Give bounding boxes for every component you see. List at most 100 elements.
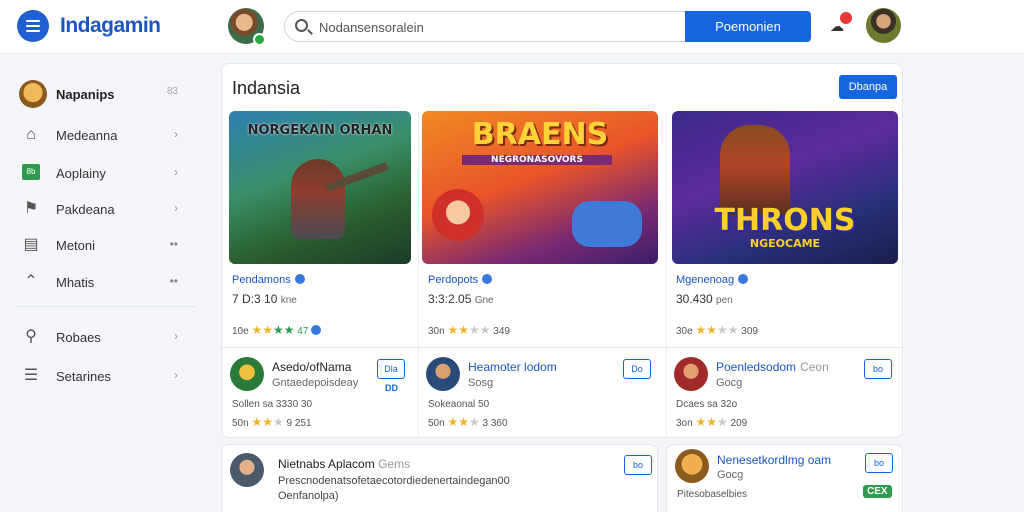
apps-icon-label: 8b [22,164,40,180]
sidebar-item-label: Medeanna [56,128,118,143]
creator-tag: Ceon [800,360,829,374]
game-name[interactable]: Perdopots [428,274,493,286]
sidebar-item-apps[interactable]: 8b Aoplainy › [16,159,196,189]
rating-tail: 349 [493,326,510,337]
chevron-right-icon: › [174,368,178,382]
rating-count: 30e [676,326,693,337]
star-rating-icon: ★★★ [695,415,728,429]
creator-card[interactable]: Asedo/ofNama Gntaedepoisdeay Dla DD Soll… [222,349,418,437]
game-card[interactable]: BRAENS NEGRONASOVORS Perdopots 3:3:2.05 … [418,111,658,347]
menu-icon: ▤ [23,236,39,253]
sidebar-item-label: Metoni [56,238,96,253]
creator-name[interactable]: Heamoter lodom [468,360,557,374]
verified-icon [311,325,322,335]
character-figure [720,125,790,215]
post-title-text: Nietnabs Aplacom [278,457,375,471]
search-bar [284,11,686,42]
search-icon: ⚲ [25,328,37,345]
creator-name[interactable]: Poenledsodom Ceon [716,360,829,374]
game-meta: 30.430 pen [676,292,733,306]
game-art-title: THRONS [714,203,856,238]
star-rating-icon: ★★★★ [695,323,739,337]
notification-dot-icon [840,12,852,24]
sidebar-item-settings[interactable]: ☰ Setarines › [16,362,196,392]
game-name-text: Mgenenoag [676,274,735,286]
game-art-title: BRAENS [471,117,609,152]
star-rating-icon: ★★★ [251,415,284,429]
profile-avatar [19,80,47,108]
post-tag: Gems [378,457,411,471]
star-rating-icon: ★★★★ [251,323,295,337]
sidebar-item-label: Setarines [56,369,111,384]
game-name[interactable]: Pendamons [232,274,305,286]
user-avatar[interactable] [866,8,901,43]
post-title[interactable]: Nenesetkordlmg oam [717,453,831,467]
game-meta: 7 D:3 10 kne [232,292,297,306]
profile-badge: 83 [166,86,178,97]
post-stat: Pitesobaselbies [677,489,748,500]
post-card[interactable]: Nenesetkordlmg oam Gocg Pitesobaselbies … [666,444,903,512]
sidebar-item-tags[interactable]: ⚑ Pakdeana › [16,195,196,225]
rating-count: 30n [428,326,445,337]
sidebar-profile-label: Napanips [56,87,115,102]
follow-button[interactable]: bo [864,359,892,379]
follow-button[interactable]: Dla [377,359,405,379]
post-title[interactable]: Nietnabs Aplacom Gems [278,457,410,471]
search-button[interactable]: Poemonien [685,11,811,42]
follow-button[interactable]: bo [865,453,893,473]
sidebar-item-label: Robaes [56,330,101,345]
game-art-subtitle: NEGRONASOVORS [462,155,612,165]
follow-button[interactable]: Do [623,359,651,379]
search-input[interactable] [319,18,669,36]
brand-logo[interactable]: Indagamin [60,14,161,38]
game-card[interactable]: THRONS NGEOCAME Mgenenoag 30.430 pen 30e… [666,111,906,347]
creator-desc: Sosg [468,377,494,389]
creator-rating: 3on ★★★ 209 [676,415,747,429]
creator-avatar[interactable] [674,357,708,391]
star-rating-icon: ★★★ [447,415,480,429]
post-desc: Prescnodenatsofetaecotordiedenertaindega… [278,475,510,487]
game-art-subtitle: NGEOCAME [749,237,821,250]
creator-name[interactable]: Asedo/ofNama [272,360,351,374]
creator-avatar[interactable] [230,357,264,391]
creator-desc: Gocg [716,377,743,389]
sidebar-item-label: Aoplainy [56,166,106,181]
sidebar-item-home[interactable]: ⌂ Medeanna › [16,121,196,151]
game-thumbnail[interactable]: BRAENS NEGRONASOVORS [422,111,658,264]
hamburger-menu-icon[interactable] [17,10,49,42]
section-action-button[interactable]: Dbanpa [839,75,897,99]
rating-tail: 47 [297,326,309,337]
channel-avatar[interactable] [228,8,266,46]
sidebar-item-label: Pakdeana [56,202,115,217]
game-meta-unit: kne [280,295,297,306]
post-card[interactable]: Nietnabs Aplacom Gems Prescnodenatsofeta… [221,444,658,512]
post-avatar[interactable] [230,453,264,487]
game-meta-unit: pen [716,295,733,306]
chevron-right-icon: › [174,329,178,343]
sidebar-item-menu[interactable]: ▤ Metoni •• [16,231,196,261]
game-name[interactable]: Mgenenoag [676,274,749,286]
game-thumbnail[interactable]: THRONS NGEOCAME [672,111,898,264]
character-figure [291,159,345,239]
rating-count: 3on [676,418,693,429]
sidebar-item-search[interactable]: ⚲ Robaes › [16,323,196,353]
post-avatar[interactable] [675,449,709,483]
sidebar-item-shield[interactable]: ⌃ Mhatis •• [16,268,196,298]
follow-button[interactable]: bo [624,455,652,475]
apps-icon: 8b [22,164,40,182]
top-bar: Indagamin Poemonien ☁ [0,0,1024,54]
creator-avatar[interactable] [426,357,460,391]
game-thumbnail[interactable]: NORGEKAIN ORHAN [229,111,411,264]
rating-tail: 3 360 [482,418,508,429]
settings-icon: ☰ [23,367,39,384]
creator-card[interactable]: Heamoter lodom Sosg Do Sokeaonal 50 50n … [418,349,666,437]
creator-name-text: Poenledsodom [716,360,797,374]
featured-section: Indansia Dbanpa NORGEKAIN ORHAN Pendamon… [221,63,903,438]
creator-rating: 50n ★★★ 3 360 [428,415,508,429]
sidebar-profile[interactable]: Napanips 83 [16,80,196,110]
notification-bell[interactable]: ☁ [830,12,852,36]
creator-card[interactable]: Poenledsodom Ceon Gocg bo Dcaes sa 32o 3o… [666,349,902,437]
star-rating-icon: ★★★★ [447,323,491,337]
verified-icon [294,274,305,284]
creator-stat: Dcaes sa 32o [676,399,738,410]
